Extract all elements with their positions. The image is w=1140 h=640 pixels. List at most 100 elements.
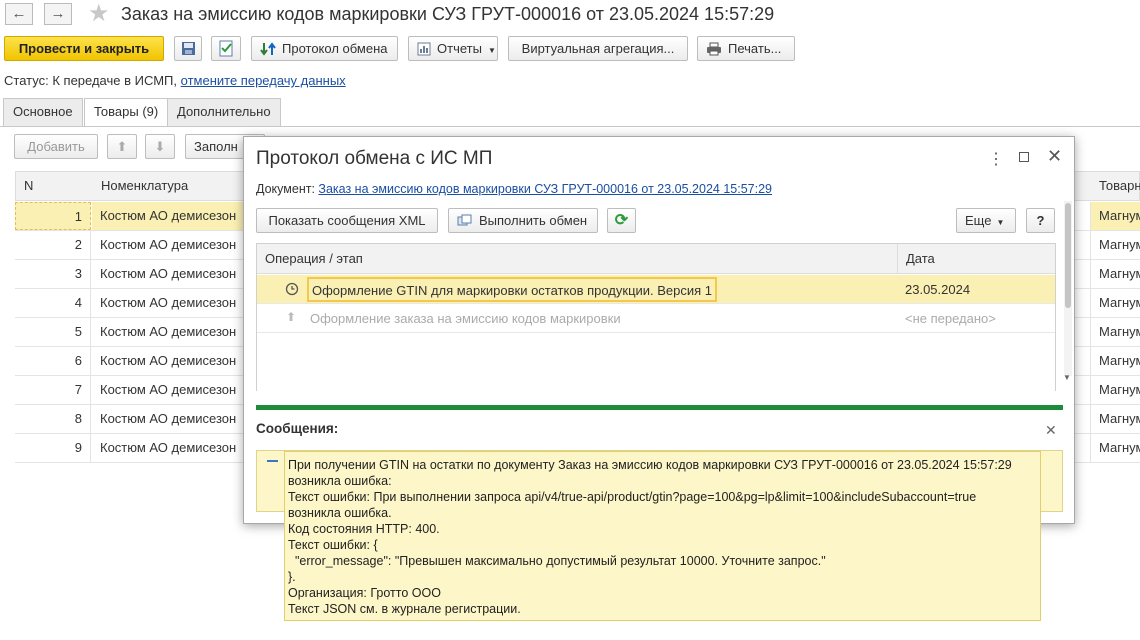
add-button[interactable]: Добавить — [14, 134, 98, 159]
row-number: 2 — [15, 231, 91, 259]
row-nomenclature: Костюм АО демисезон — [100, 382, 237, 397]
reports-label: Отчеты — [437, 41, 482, 56]
row-nomenclature: Костюм АО демисезон — [100, 353, 237, 368]
print-label: Печать... — [728, 41, 782, 56]
dialog-scrollbar[interactable] — [1064, 201, 1072, 376]
collapse-dash — [267, 460, 278, 462]
more-button[interactable]: Еще ▼ — [956, 208, 1016, 233]
row-number: 4 — [15, 289, 91, 317]
row-number: 9 — [15, 434, 91, 462]
exchange-protocol-label: Протокол обмена — [282, 41, 388, 56]
row-nomenclature: Костюм АО демисезон — [100, 440, 237, 455]
more-label: Еще — [965, 213, 992, 228]
row-brand: Магнум — [1090, 289, 1140, 317]
document-line: Документ: Заказ на эмиссию кодов маркиро… — [256, 182, 772, 196]
row-number: 1 — [15, 202, 91, 230]
reports-icon — [417, 42, 431, 56]
row-brand: Магнум — [1090, 231, 1140, 259]
operations-row-date: 23.05.2024 — [905, 282, 971, 297]
exchange-icon — [457, 214, 472, 226]
chevron-down-icon: ▼ — [996, 218, 1005, 227]
messages-close-icon[interactable]: ✕ — [1045, 422, 1057, 439]
arrow-down-icon: ⬇ — [154, 139, 166, 154]
row-nomenclature: Костюм АО демисезон — [92, 202, 252, 230]
row-brand: Магнум — [1090, 376, 1140, 404]
message-text: При получении GTIN на остатки по докумен… — [288, 458, 1012, 616]
grid-header-n: N — [24, 178, 34, 193]
tab-additional[interactable]: Дополнительно — [167, 98, 281, 126]
message-box: При получении GTIN на остатки по докумен… — [284, 451, 1041, 621]
post-and-close-button[interactable]: Провести и закрыть — [4, 36, 164, 61]
window-title: Заказ на эмиссию кодов маркировки СУЗ ГР… — [121, 4, 775, 24]
operations-table: Операция / этап Дата Оформление GTIN для… — [256, 243, 1056, 391]
move-down-button[interactable]: ⬇ — [145, 134, 175, 159]
exchange-protocol-button[interactable]: Протокол обмена — [251, 36, 398, 61]
document-label: Документ: — [256, 182, 315, 196]
row-brand: Магнум — [1090, 318, 1140, 346]
row-nomenclature: Костюм АО демисезон — [100, 295, 237, 310]
messages-title: Сообщения: — [256, 421, 339, 436]
operations-header-operation: Операция / этап — [265, 251, 363, 266]
arrow-up-icon: ⬆ — [116, 139, 128, 154]
row-nomenclature: Костюм АО демисезон — [100, 237, 237, 252]
status-line: Статус: К передаче в ИСМП, отмените пере… — [4, 73, 346, 88]
post-button[interactable] — [211, 36, 241, 61]
row-brand: Магнум — [1090, 405, 1140, 433]
more-vert-icon[interactable]: ⋮ — [988, 149, 1004, 169]
close-icon[interactable]: ✕ — [1047, 146, 1062, 167]
show-xml-button[interactable]: Показать сообщения XML — [256, 208, 438, 233]
row-number: 5 — [15, 318, 91, 346]
status-text: К передаче в ИСМП, — [52, 73, 178, 88]
chevron-down-icon: ▼ — [487, 46, 496, 55]
row-nomenclature: Костюм АО демисезон — [100, 411, 237, 426]
row-number: 7 — [15, 376, 91, 404]
tabs-divider — [0, 126, 1140, 127]
floppy-disk-icon — [182, 42, 195, 55]
move-up-button[interactable]: ⬆ — [107, 134, 137, 159]
forward-button[interactable]: → — [44, 3, 72, 25]
operations-header-date: Дата — [897, 244, 935, 274]
row-nomenclature: Костюм АО демисезон — [100, 324, 237, 339]
virtual-aggregation-button[interactable]: Виртуальная агрегация... — [508, 36, 688, 61]
row-number: 3 — [15, 260, 91, 288]
splitter-bar[interactable] — [256, 405, 1063, 410]
operations-row-operation: Оформление заказа на эмиссию кодов марки… — [310, 311, 621, 326]
post-document-icon — [219, 40, 233, 57]
clock-icon — [285, 282, 299, 296]
printer-icon — [707, 42, 721, 56]
refresh-icon: ⟳ — [614, 212, 629, 229]
help-button[interactable]: ? — [1026, 208, 1055, 233]
tab-main[interactable]: Основное — [3, 98, 83, 126]
grid-header-brand: Товарн — [1099, 178, 1140, 193]
scrollbar-thumb[interactable] — [1065, 203, 1071, 308]
print-button[interactable]: Печать... — [697, 36, 795, 61]
message-collapse-icon[interactable] — [255, 449, 287, 469]
scroll-down-icon[interactable]: ▼ — [1063, 373, 1071, 382]
save-button[interactable] — [174, 36, 202, 61]
row-brand: Магнум — [1090, 347, 1140, 375]
row-brand: Магнум — [1090, 260, 1140, 288]
document-link[interactable]: Заказ на эмиссию кодов маркировки СУЗ ГР… — [318, 182, 772, 196]
favorite-star-icon[interactable]: ★ — [88, 0, 110, 28]
maximize-icon[interactable] — [1019, 152, 1029, 162]
run-exchange-button[interactable]: Выполнить обмен — [448, 208, 598, 233]
arrow-up-icon: ⬆ — [286, 310, 297, 324]
operations-row-date: <не передано> — [905, 311, 996, 326]
refresh-button[interactable]: ⟳ — [607, 208, 636, 233]
operations-row[interactable]: Оформление GTIN для маркировки остатков … — [257, 275, 1055, 304]
reports-button[interactable]: Отчеты ▼ — [408, 36, 498, 61]
operations-row[interactable]: ⬆ Оформление заказа на эмиссию кодов мар… — [257, 304, 1055, 333]
cancel-transfer-link[interactable]: отмените передачу данных — [181, 73, 346, 88]
operations-header: Операция / этап Дата — [257, 244, 1055, 274]
row-brand: Магнум — [1090, 202, 1140, 230]
tab-goods[interactable]: Товары (9) — [84, 98, 169, 127]
back-button[interactable]: ← — [5, 3, 33, 25]
operations-row-operation: Оформление GTIN для маркировки остатков … — [307, 277, 718, 302]
row-number: 6 — [15, 347, 91, 375]
exchange-arrows-icon — [260, 41, 276, 56]
row-nomenclature: Костюм АО демисезон — [100, 266, 237, 281]
row-brand: Магнум — [1090, 434, 1140, 462]
dialog-title: Протокол обмена с ИС МП — [256, 148, 493, 169]
row-number: 8 — [15, 405, 91, 433]
grid-header-nomenclature: Номенклатура — [101, 178, 189, 193]
